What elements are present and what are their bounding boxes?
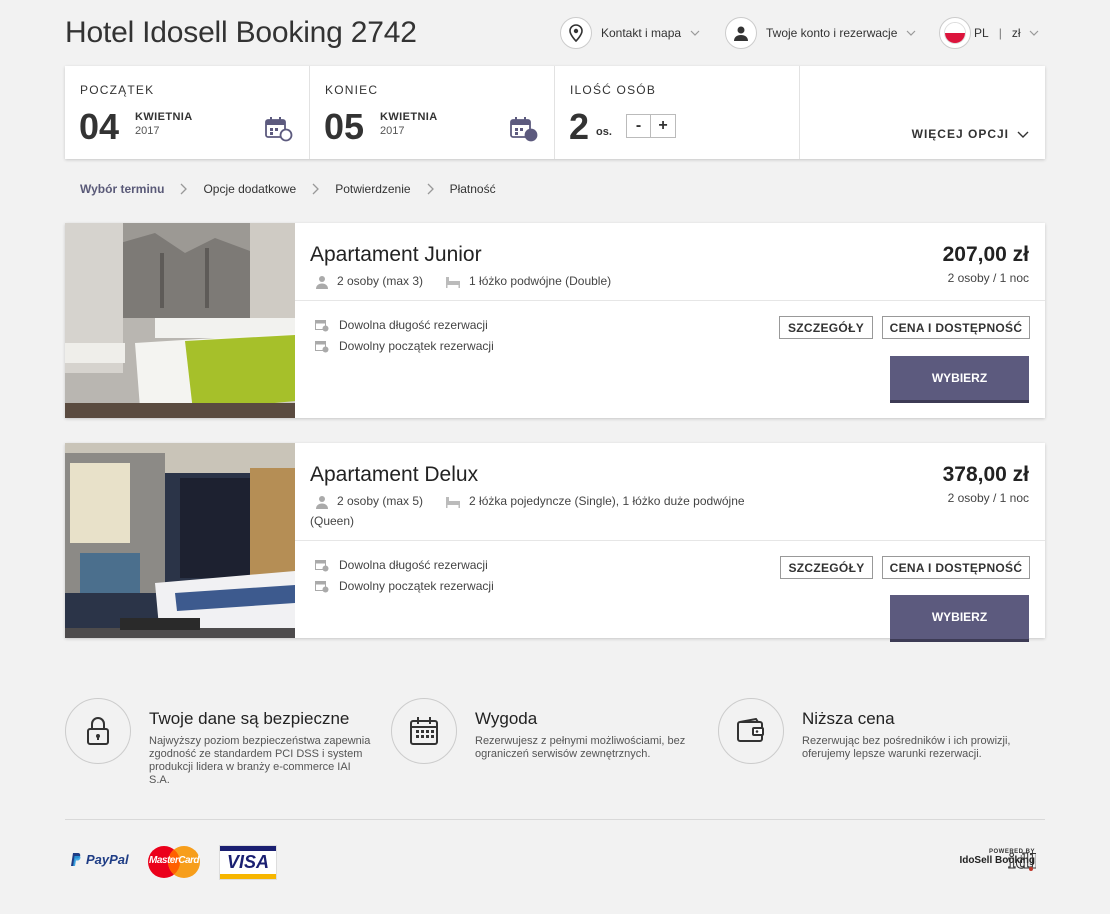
bed-icon: [446, 276, 461, 288]
room-price-per: 2 osoby / 1 noc: [947, 271, 1029, 285]
calendar-end-icon: [510, 117, 538, 142]
chevron-right-icon: [180, 183, 188, 195]
room-beds: 1 łóżko podwójne (Double): [469, 274, 612, 288]
room-name: Apartament Delux: [310, 463, 479, 486]
benefit-lower-price: Niższa cena Rezerwując bez pośredników i…: [718, 698, 1027, 764]
account-menu[interactable]: Twoje konto i rezerwacje: [725, 17, 916, 49]
account-label: Twoje konto i rezerwacje: [766, 26, 898, 40]
idosell-logo-icon: idB: [1008, 849, 1036, 873]
person-icon: [316, 495, 328, 509]
paypal-icon: [71, 853, 81, 866]
benefit-title: Twoje dane są bezpieczne: [149, 709, 350, 728]
room-card-delux: Apartament Delux 2 osoby (max 5) 2 łóżka …: [65, 443, 1045, 642]
benefit-desc: Najwyższy poziom bezpieczeństwa zapewnia…: [149, 735, 371, 786]
calendar-small-icon: [315, 580, 329, 592]
room-persons: 2 osoby (max 5): [337, 494, 424, 508]
room-capacity: 2 osoby (max 5) 2 łóżka pojedyncze (Singl…: [310, 491, 770, 531]
benefit-title: Niższa cena: [802, 709, 895, 728]
room-feature: Dowolny początek rezerwacji: [315, 339, 494, 353]
calendar-small-icon: [315, 319, 329, 331]
guests-minus-button[interactable]: -: [627, 115, 651, 137]
language-label: PL: [974, 26, 989, 40]
hotel-title: Hotel Idosell Booking 2742: [65, 16, 417, 49]
visa-logo: VISA: [219, 845, 277, 880]
guests-count: 2: [569, 106, 590, 147]
end-month: KWIETNIA: [380, 111, 438, 123]
room-card-junior: Apartament Junior 2 osoby (max 3) 1 łóżko…: [65, 223, 1045, 418]
room-feature: Dowolna długość rezerwacji: [315, 318, 488, 332]
start-month: KWIETNIA: [135, 111, 193, 123]
benefit-title: Wygoda: [475, 709, 538, 728]
end-date-picker[interactable]: KONIEC 05 KWIETNIA 2017: [310, 66, 555, 159]
calendar-icon: [391, 698, 457, 764]
details-button[interactable]: SZCZEGÓŁY: [779, 316, 873, 339]
person-icon: [316, 275, 328, 289]
details-button[interactable]: SZCZEGÓŁY: [780, 556, 873, 579]
room-photo-delux[interactable]: [65, 443, 295, 638]
search-bar: POCZĄTEK 04 KWIETNIA 2017 KONIEC 05 KWIE…: [65, 66, 1045, 159]
room-feature: Dowolny początek rezerwacji: [315, 579, 494, 593]
guests-stepper: - +: [626, 114, 676, 138]
room-name: Apartament Junior: [310, 243, 482, 266]
step-date-selection[interactable]: Wybór terminu: [80, 182, 164, 196]
benefit-convenience: Wygoda Rezerwujesz z pełnymi możliwościa…: [391, 698, 700, 764]
room-divider: [295, 540, 1045, 541]
more-options-button[interactable]: WIĘCEJ OPCJI: [912, 127, 1029, 141]
room-price: 378,00 zł: [942, 463, 1029, 486]
more-options-cell: WIĘCEJ OPCJI: [800, 66, 1045, 159]
chevron-down-icon: [1030, 30, 1039, 36]
lock-icon: [65, 698, 131, 764]
chevron-down-icon: [906, 30, 916, 36]
benefit-desc: Rezerwując bez pośredników i ich prowizj…: [802, 735, 1011, 760]
guests-label: ILOŚĆ OSÓB: [570, 83, 657, 97]
poland-flag-icon: [939, 17, 971, 49]
step-confirmation: Potwierdzenie: [335, 182, 411, 196]
room-capacity: 2 osoby (max 3) 1 łóżko podwójne (Double): [315, 271, 775, 291]
calendar-start-icon: [265, 117, 293, 142]
guests-plus-button[interactable]: +: [651, 115, 675, 137]
more-options-label: WIĘCEJ OPCJI: [911, 127, 1009, 141]
guests-selector: ILOŚĆ OSÓB 2 os. - +: [555, 66, 800, 159]
wallet-icon: [718, 698, 784, 764]
room-divider: [295, 300, 1045, 301]
benefit-desc: Rezerwujesz z pełnymi możliwościami, bez…: [475, 735, 686, 760]
mastercard-logo: MasterCard: [146, 845, 202, 884]
end-year: 2017: [380, 125, 405, 137]
room-price-per: 2 osoby / 1 noc: [947, 491, 1029, 505]
map-pin-icon: [560, 17, 592, 49]
room-price: 207,00 zł: [942, 243, 1029, 266]
end-day: 05: [324, 106, 365, 147]
chevron-right-icon: [312, 183, 320, 195]
choose-room-button[interactable]: WYBIERZ: [890, 595, 1029, 642]
benefit-secure-data: Twoje dane są bezpieczne Najwyższy pozio…: [65, 698, 374, 787]
end-date-label: KONIEC: [325, 83, 379, 97]
chevron-down-icon: [690, 30, 700, 36]
choose-room-button[interactable]: WYBIERZ: [890, 356, 1029, 403]
user-icon: [725, 17, 757, 49]
contact-map-label: Kontakt i mapa: [601, 26, 682, 40]
calendar-small-icon: [315, 340, 329, 352]
room-persons: 2 osoby (max 3): [337, 274, 424, 288]
chevron-down-icon: [1017, 131, 1029, 138]
currency-label: zł: [1011, 26, 1021, 40]
bed-icon: [446, 496, 461, 508]
booking-steps-breadcrumb: Wybór terminu Opcje dodatkowe Potwierdze…: [80, 182, 496, 196]
contact-map-menu[interactable]: Kontakt i mapa: [560, 17, 700, 49]
room-photo-junior[interactable]: [65, 223, 295, 418]
step-extra-options: Opcje dodatkowe: [203, 182, 297, 196]
start-date-label: POCZĄTEK: [80, 83, 155, 97]
start-year: 2017: [135, 125, 160, 137]
guests-unit: os.: [596, 126, 612, 138]
price-availability-button[interactable]: CENA I DOSTĘPNOŚĆ: [882, 316, 1030, 339]
start-date-picker[interactable]: POCZĄTEK 04 KWIETNIA 2017: [65, 66, 310, 159]
calendar-small-icon: [315, 559, 329, 571]
language-currency-menu[interactable]: PL | zł: [939, 17, 1039, 49]
paypal-logo: PayPal: [69, 852, 129, 867]
start-day: 04: [79, 106, 120, 147]
step-payment: Płatność: [449, 182, 496, 196]
chevron-right-icon: [427, 183, 434, 195]
footer-divider: [65, 819, 1045, 820]
room-feature: Dowolna długość rezerwacji: [315, 558, 488, 572]
price-availability-button[interactable]: CENA I DOSTĘPNOŚĆ: [882, 556, 1030, 579]
